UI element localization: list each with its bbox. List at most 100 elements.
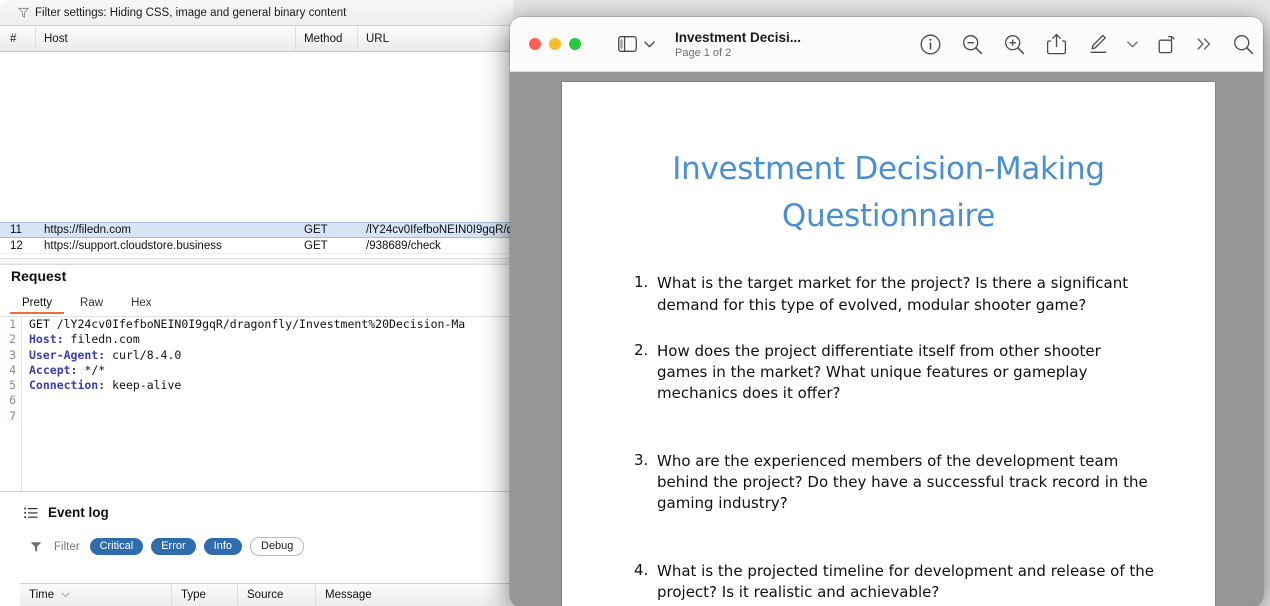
- request-line: Connection: keep-alive: [29, 378, 465, 393]
- request-line: [29, 393, 465, 408]
- proxy-filter-bar[interactable]: Filter settings: Hiding CSS, image and g…: [0, 0, 513, 26]
- markup-pen-icon: [1090, 34, 1107, 53]
- event-log-title: Event log: [48, 505, 109, 520]
- tab-hex[interactable]: Hex: [117, 294, 165, 314]
- tab-pretty[interactable]: Pretty: [8, 294, 66, 314]
- event-log-filter-label: Filter: [54, 540, 80, 553]
- header-value: keep-alive: [105, 378, 182, 393]
- request-panel-title: Request: [11, 268, 67, 284]
- rotate-icon: [1158, 35, 1175, 53]
- request-line: GET /lY24cv0IfefboNEIN0I9gqR/dragonfly/I…: [29, 317, 465, 332]
- list-item: 2. How does the project differentiate it…: [634, 341, 1155, 405]
- tab-raw[interactable]: Raw: [66, 294, 117, 314]
- rotate-button[interactable]: [1145, 24, 1187, 64]
- row-method: GET: [304, 224, 328, 236]
- zoom-out-button[interactable]: [951, 24, 993, 64]
- question-text: What is the projected timeline for devel…: [657, 561, 1155, 601]
- share-icon: [1046, 33, 1066, 55]
- column-header-type[interactable]: Type: [172, 583, 238, 606]
- line-number: 3: [9, 347, 16, 362]
- pdf-page: Investment Decision-Making Questionnaire…: [562, 82, 1215, 606]
- column-header-num[interactable]: #: [0, 25, 36, 52]
- question-number: 1.: [634, 273, 649, 292]
- chevron-down-icon: [61, 592, 70, 598]
- pdf-canvas[interactable]: Investment Decision-Making Questionnaire…: [510, 72, 1263, 606]
- proxy-table-header: # Host Method URL: [0, 25, 513, 52]
- column-header-message[interactable]: Message: [316, 584, 513, 606]
- page-indicator: Page 1 of 2: [675, 46, 732, 59]
- request-code-view[interactable]: 1 2 3 4 5 6 7 GET /lY24cv0IfefboNEIN0I9g…: [0, 317, 513, 425]
- sidebar-toggle-group[interactable]: [618, 36, 655, 52]
- header-key: Host:: [29, 332, 64, 347]
- line-number: 4: [9, 362, 16, 377]
- chevron-down-icon[interactable]: [644, 40, 655, 48]
- line-number: 1: [9, 317, 16, 331]
- burp-suite-window: Filter settings: Hiding CSS, image and g…: [0, 0, 513, 606]
- filter-pill-info[interactable]: Info: [203, 538, 242, 556]
- sidebar-icon[interactable]: [618, 36, 637, 52]
- preview-pdf-window: Investment Decisi... Page 1 of 2 Investm…: [510, 17, 1263, 606]
- header-value: */*: [77, 362, 106, 377]
- minimize-button[interactable]: [549, 38, 561, 50]
- request-raw-text: GET /lY24cv0IfefboNEIN0I9gqR/dragonfly/I…: [22, 317, 465, 425]
- more-chevrons-icon: [1197, 38, 1211, 50]
- request-line: [29, 409, 465, 424]
- gutter-continuation: [0, 425, 22, 491]
- row-num: 11: [10, 224, 22, 236]
- window-traffic-lights: [529, 38, 581, 50]
- line-number: 2: [9, 332, 16, 347]
- row-url: /lY24cv0IfefboNEIN0I9gqR/d: [366, 224, 513, 236]
- search-button[interactable]: [1223, 24, 1263, 64]
- pdf-title-line-1: Investment Decision-Making: [672, 151, 1105, 187]
- filter-pill-debug[interactable]: Debug: [250, 537, 305, 557]
- header-key: User-Agent:: [29, 347, 106, 362]
- table-row[interactable]: 11 https://filedn.com GET /lY24cv0Ifefbo…: [0, 222, 513, 238]
- proxy-table-rows: 11 https://filedn.com GET /lY24cv0Ifefbo…: [0, 222, 513, 254]
- question-text: How does the project differentiate itsel…: [657, 341, 1101, 403]
- question-text: What is the target market for the projec…: [657, 274, 1129, 314]
- list-item: 4. What is the projected timeline for de…: [634, 561, 1155, 604]
- line-number: 5: [9, 378, 16, 393]
- event-log-table-header: Time Type Source Message: [20, 583, 513, 606]
- zoom-in-button[interactable]: [993, 24, 1035, 64]
- proxy-filter-label: Filter settings: Hiding CSS, image and g…: [35, 6, 347, 19]
- row-host: https://filedn.com: [44, 224, 131, 236]
- markup-button[interactable]: [1077, 24, 1119, 64]
- filter-pill-critical[interactable]: Critical: [89, 538, 144, 556]
- event-log-panel: Event log Filter Critical Error Info Deb…: [0, 493, 513, 606]
- line-number-gutter: 1 2 3 4 5 6 7: [0, 317, 22, 425]
- column-header-source[interactable]: Source: [238, 583, 316, 606]
- pdf-title-line-2: Questionnaire: [781, 198, 996, 235]
- column-header-time[interactable]: Time: [20, 583, 172, 606]
- pdf-document-title: Investment Decision-Making Questionnaire: [596, 146, 1181, 240]
- table-row[interactable]: 12 https://support.cloudstore.business G…: [0, 238, 513, 254]
- panel-splitter[interactable]: [0, 258, 513, 265]
- maximize-button[interactable]: [569, 38, 581, 50]
- info-button[interactable]: [909, 24, 951, 64]
- request-line: Host: filedn.com: [29, 332, 465, 347]
- list-item: 1. What is the target market for the pro…: [634, 273, 1155, 316]
- more-toolbar-button[interactable]: [1187, 24, 1223, 64]
- list-icon: [24, 507, 38, 518]
- request-view-tabs: Pretty Raw Hex: [8, 294, 166, 314]
- row-host: https://support.cloudstore.business: [44, 239, 222, 252]
- screen-root: Filter settings: Hiding CSS, image and g…: [0, 0, 1270, 606]
- filter-pill-error[interactable]: Error: [151, 538, 196, 556]
- column-header-host[interactable]: Host: [36, 25, 296, 52]
- markup-options-button[interactable]: [1119, 24, 1145, 64]
- header-key: Accept:: [29, 362, 78, 377]
- line-number: 7: [9, 408, 16, 423]
- question-text: Who are the experienced members of the d…: [657, 451, 1148, 513]
- preview-toolbar: Investment Decisi... Page 1 of 2: [510, 17, 1263, 72]
- column-header-time-label: Time: [29, 589, 55, 601]
- request-line-text: GET /lY24cv0IfefboNEIN0I9gqR/dragonfly/I…: [29, 317, 466, 331]
- row-url: /938689/check: [366, 239, 441, 252]
- close-button[interactable]: [529, 38, 541, 50]
- column-header-url[interactable]: URL: [358, 26, 513, 52]
- column-header-method[interactable]: Method: [296, 25, 358, 52]
- header-key: Connection:: [29, 378, 106, 393]
- question-number: 2.: [634, 340, 649, 359]
- request-line: Accept: */*: [29, 363, 465, 378]
- search-icon: [1233, 34, 1253, 54]
- share-button[interactable]: [1035, 24, 1077, 64]
